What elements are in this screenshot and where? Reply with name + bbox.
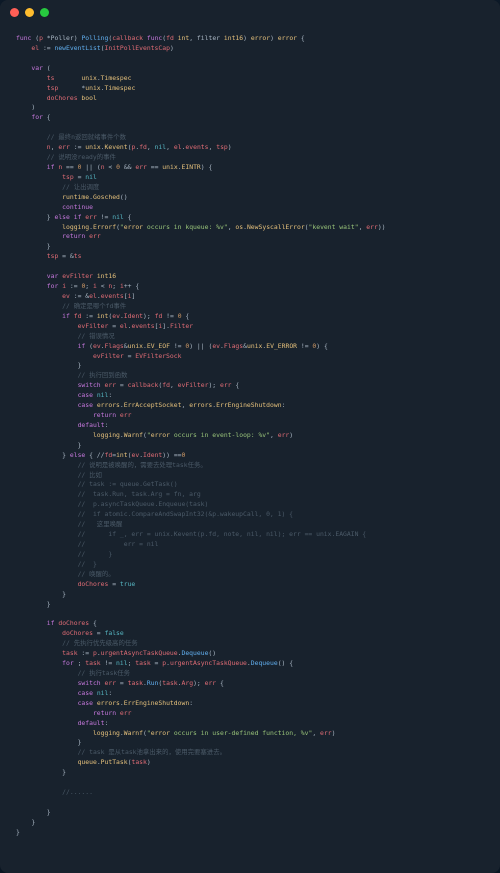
close-icon[interactable] (10, 8, 19, 17)
editor-window: func (p *Poller) Polling(callback func(f… (0, 0, 500, 873)
code-viewport: func (p *Poller) Polling(callback func(f… (0, 24, 500, 858)
titlebar (0, 0, 500, 24)
zoom-icon[interactable] (40, 8, 49, 17)
minimize-icon[interactable] (25, 8, 34, 17)
